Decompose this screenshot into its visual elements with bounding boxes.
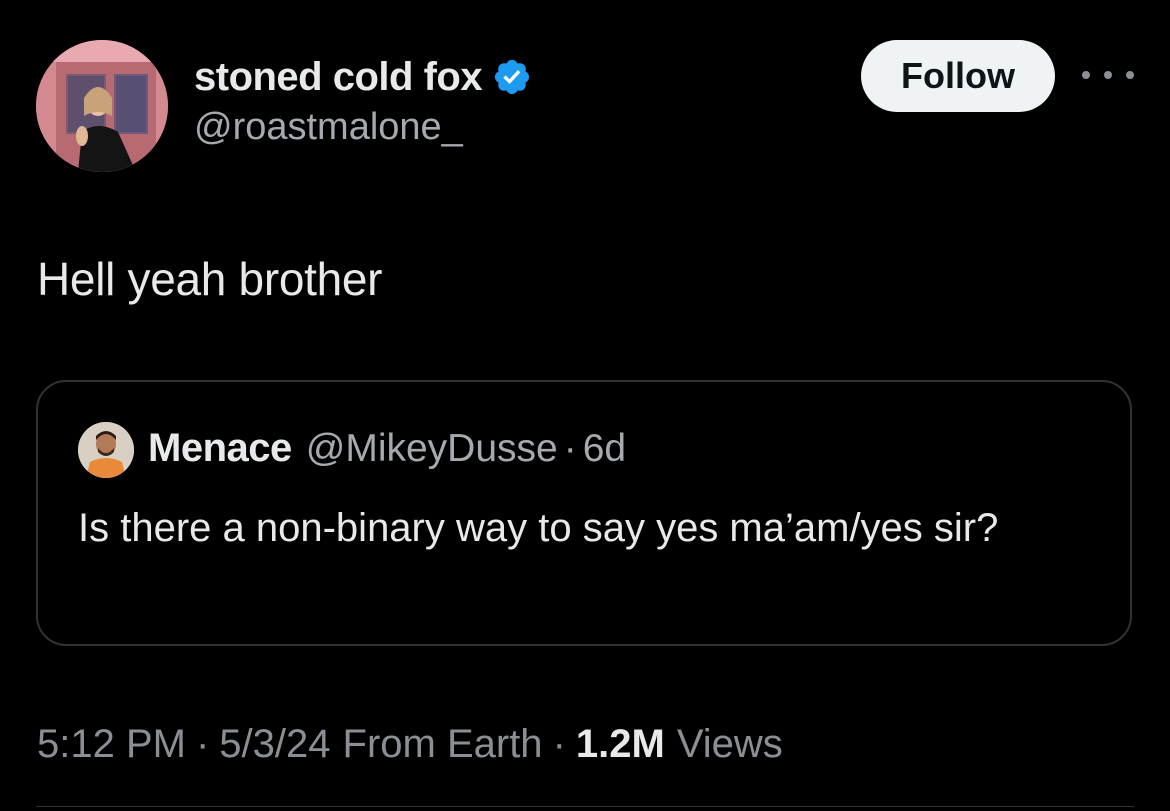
tweet-location: From Earth: [342, 722, 543, 766]
author-name-row: stoned cold fox: [194, 52, 532, 102]
author-avatar[interactable]: [36, 40, 168, 172]
author-display-name[interactable]: stoned cold fox: [194, 55, 483, 100]
quoted-tweet[interactable]: Menace @MikeyDusse · 6d Is there a non-b…: [36, 380, 1132, 646]
author-avatar-image: [36, 40, 168, 172]
quoted-author-avatar-image: [78, 422, 134, 478]
tweet: stoned cold fox @roastmalone_ Follow Hel…: [0, 0, 1170, 811]
author-info: stoned cold fox @roastmalone_: [194, 52, 532, 149]
tweet-time[interactable]: 5:12 PM: [37, 722, 186, 767]
quoted-display-name[interactable]: Menace: [148, 426, 292, 471]
meta-separator: ·: [195, 722, 210, 766]
more-dot: [1082, 71, 1090, 79]
quoted-header: Menace @MikeyDusse · 6d: [148, 426, 626, 471]
views-label: Views: [676, 722, 783, 766]
author-handle[interactable]: @roastmalone_: [194, 106, 532, 149]
follow-button[interactable]: Follow: [861, 40, 1055, 112]
tweet-meta: 5:12 PM · 5/3/24 From Earth · 1.2M Views: [37, 722, 783, 767]
quoted-handle[interactable]: @MikeyDusse: [306, 427, 558, 471]
quoted-author-avatar[interactable]: [78, 422, 134, 478]
quoted-separator: ·: [563, 427, 577, 470]
verified-badge-icon[interactable]: [492, 57, 532, 97]
quoted-text: Is there a non-binary way to say yes ma’…: [78, 506, 999, 550]
more-horizontal-icon[interactable]: [1082, 60, 1134, 90]
tweet-text: Hell yeah brother: [37, 253, 383, 305]
meta-separator: ·: [552, 722, 566, 766]
tweet-date[interactable]: 5/3/24: [219, 722, 330, 767]
more-dot: [1126, 71, 1134, 79]
quoted-timestamp[interactable]: 6d: [583, 427, 626, 471]
views-count[interactable]: 1.2M: [576, 722, 665, 767]
more-dot: [1104, 71, 1112, 79]
divider: [36, 806, 1134, 807]
